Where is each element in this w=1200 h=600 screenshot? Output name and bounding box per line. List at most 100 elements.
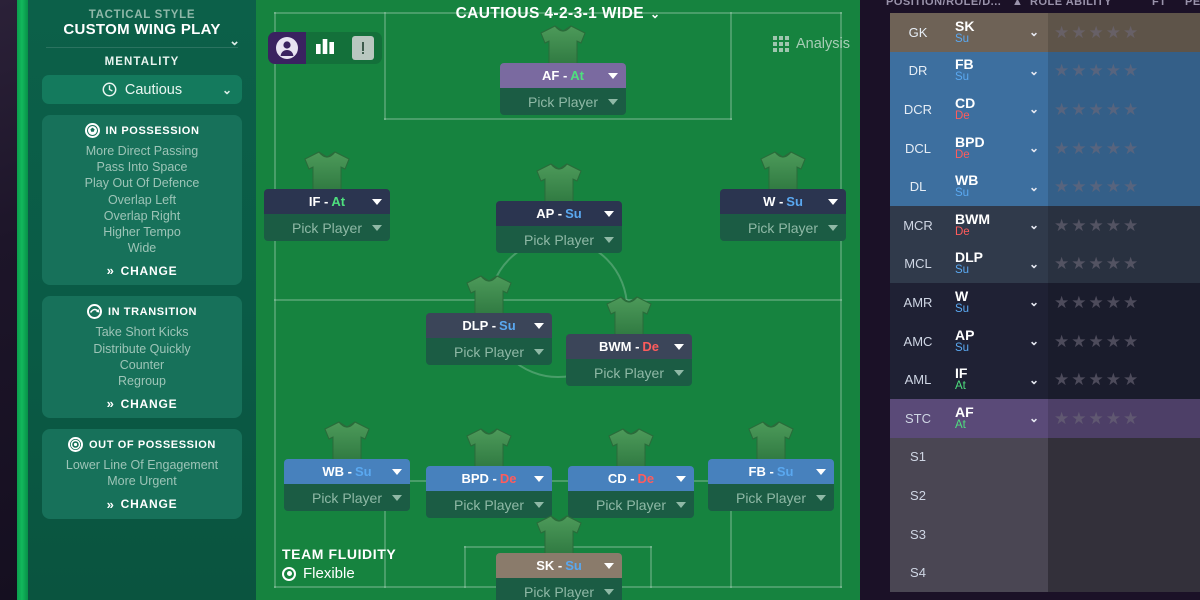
instruction-item[interactable]: Counter — [48, 357, 236, 373]
instruction-item[interactable]: Lower Line Of Engagement — [48, 457, 236, 473]
pick-player-dropdown[interactable]: Pick Player — [426, 338, 552, 365]
instruction-item[interactable]: Play Out Of Defence — [48, 175, 236, 191]
pick-player-dropdown[interactable]: Pick Player — [720, 214, 846, 241]
player-card-wb[interactable]: WB - Su Pick Player — [284, 418, 410, 511]
row-role[interactable]: FB Su — [946, 52, 1020, 91]
role-badge[interactable]: BWM - De — [566, 334, 692, 359]
player-card-if[interactable]: IF - At Pick Player — [264, 148, 390, 241]
row-role[interactable] — [946, 553, 1020, 592]
role-row[interactable]: DL WB Su ⌄ ★ ★ ★ ★ ★ — [890, 167, 1200, 206]
role-row[interactable]: DCR CD De ⌄ ★ ★ ★ ★ ★ — [890, 90, 1200, 129]
chevron-down-icon[interactable]: ⌄ — [1020, 206, 1048, 245]
role-badge[interactable]: SK - Su — [496, 553, 622, 578]
role-badge[interactable]: BPD - De — [426, 466, 552, 491]
instruction-item[interactable]: Distribute Quickly — [48, 341, 236, 357]
role-badge[interactable]: IF - At — [264, 189, 390, 214]
role-badge[interactable]: AP - Su — [496, 201, 622, 226]
chevron-down-icon[interactable]: ⌄ — [1020, 13, 1048, 52]
analysis-button[interactable]: Analysis — [773, 36, 850, 52]
role-row[interactable]: DR FB Su ⌄ ★ ★ ★ ★ ★ — [890, 51, 1200, 91]
player-card-cd[interactable]: CD - De Pick Player — [568, 425, 694, 518]
chevron-down-icon[interactable]: ⌄ — [1020, 322, 1048, 361]
pick-player-dropdown[interactable]: Pick Player — [264, 214, 390, 241]
role-row[interactable]: S4 — [890, 553, 1200, 592]
pick-player-dropdown[interactable]: Pick Player — [496, 226, 622, 253]
instruction-item[interactable]: Higher Tempo — [48, 224, 236, 240]
instruction-item[interactable]: More Urgent — [48, 473, 236, 489]
role-row[interactable]: S1 — [890, 437, 1200, 477]
row-role[interactable] — [946, 476, 1020, 515]
chevron-down-icon[interactable]: ⌄ — [1020, 360, 1048, 399]
role-row[interactable]: GK SK Su ⌄ ★ ★ ★ ★ ★ — [890, 13, 1200, 52]
row-role[interactable]: WB Su — [946, 167, 1020, 206]
row-role[interactable]: AF At — [946, 399, 1020, 438]
tactical-style-selector[interactable]: CUSTOM WING PLAY ⌄ — [42, 21, 242, 48]
row-role[interactable]: BPD De — [946, 129, 1020, 168]
header-pe[interactable]: PE — [1185, 0, 1200, 8]
change-button[interactable]: » CHANGE — [48, 396, 236, 411]
role-row[interactable]: STC AF At ⌄ ★ ★ ★ ★ ★ — [890, 398, 1200, 438]
row-role[interactable] — [946, 515, 1020, 554]
player-card-fb[interactable]: FB - Su Pick Player — [708, 418, 834, 511]
role-badge[interactable]: DLP - Su — [426, 313, 552, 338]
role-row[interactable]: S3 — [890, 514, 1200, 554]
player-card-bwm[interactable]: BWM - De Pick Player — [566, 293, 692, 386]
chevron-down-icon[interactable]: ⌄ — [1020, 245, 1048, 284]
pick-player-dropdown[interactable]: Pick Player — [284, 484, 410, 511]
row-role[interactable] — [946, 438, 1020, 477]
change-button[interactable]: » CHANGE — [48, 263, 236, 278]
instruction-item[interactable]: Take Short Kicks — [48, 324, 236, 340]
pick-player-dropdown[interactable]: Pick Player — [496, 578, 622, 600]
sort-icon[interactable]: ▲ — [1012, 0, 1023, 8]
chevron-down-icon[interactable]: ⌄ — [1020, 283, 1048, 322]
mentality-selector[interactable]: Cautious ⌄ — [42, 75, 242, 104]
role-row[interactable]: AML IF At ⌄ ★ ★ ★ ★ ★ — [890, 360, 1200, 399]
player-card-dlp[interactable]: DLP - Su Pick Player — [426, 272, 552, 365]
instruction-item[interactable]: Pass Into Space — [48, 159, 236, 175]
row-role[interactable]: AP Su — [946, 322, 1020, 361]
instruction-item[interactable]: Overlap Right — [48, 208, 236, 224]
player-view-button[interactable] — [268, 32, 306, 64]
stats-view-button[interactable] — [306, 32, 344, 64]
row-role[interactable]: SK Su — [946, 13, 1020, 52]
role-row[interactable]: DCL BPD De ⌄ ★ ★ ★ ★ ★ — [890, 128, 1200, 168]
role-badge[interactable]: CD - De — [568, 466, 694, 491]
row-role[interactable]: DLP Su — [946, 245, 1020, 284]
player-card-bpd[interactable]: BPD - De Pick Player — [426, 425, 552, 518]
header-role-ability[interactable]: ROLE ABILITY — [1030, 0, 1112, 8]
chevron-down-icon[interactable]: ⌄ — [1020, 52, 1048, 91]
instruction-item[interactable]: Overlap Left — [48, 192, 236, 208]
player-card-w[interactable]: W - Su Pick Player — [720, 148, 846, 241]
role-badge[interactable]: AF - At — [500, 63, 626, 88]
pick-player-dropdown[interactable]: Pick Player — [566, 359, 692, 386]
chevron-down-icon[interactable]: ⌄ — [1020, 90, 1048, 129]
role-badge[interactable]: FB - Su — [708, 459, 834, 484]
instruction-item[interactable]: Regroup — [48, 373, 236, 389]
formation-title[interactable]: CAUTIOUS 4-2-3-1 WIDE ⌄ — [256, 5, 860, 23]
row-role[interactable]: W Su — [946, 283, 1020, 322]
player-card-af[interactable]: AF - At Pick Player — [500, 22, 626, 115]
role-row[interactable]: MCL DLP Su ⌄ ★ ★ ★ ★ ★ — [890, 244, 1200, 284]
header-position-role[interactable]: POSITION/ROLE/D... — [886, 0, 1001, 8]
pick-player-dropdown[interactable]: Pick Player — [500, 88, 626, 115]
chevron-down-icon[interactable]: ⌄ — [1020, 129, 1048, 168]
pick-player-dropdown[interactable]: Pick Player — [708, 484, 834, 511]
player-card-sk[interactable]: SK - Su Pick Player — [496, 512, 622, 600]
chevron-down-icon[interactable]: ⌄ — [1020, 167, 1048, 206]
instruction-item[interactable]: Wide — [48, 240, 236, 256]
row-role[interactable]: BWM De — [946, 206, 1020, 245]
header-ft[interactable]: FT — [1152, 0, 1166, 8]
role-row[interactable]: MCR BWM De ⌄ ★ ★ ★ ★ ★ — [890, 205, 1200, 245]
row-role[interactable]: IF At — [946, 360, 1020, 399]
player-card-ap[interactable]: AP - Su Pick Player — [496, 160, 622, 253]
kit-view-button[interactable] — [344, 32, 382, 64]
role-row[interactable]: S2 — [890, 476, 1200, 515]
instruction-item[interactable]: More Direct Passing — [48, 143, 236, 159]
role-badge[interactable]: WB - Su — [284, 459, 410, 484]
change-button[interactable]: » CHANGE — [48, 497, 236, 512]
chevron-down-icon[interactable]: ⌄ — [1020, 399, 1048, 438]
role-row[interactable]: AMR W Su ⌄ ★ ★ ★ ★ ★ — [890, 283, 1200, 322]
role-row[interactable]: AMC AP Su ⌄ ★ ★ ★ ★ ★ — [890, 321, 1200, 361]
role-badge[interactable]: W - Su — [720, 189, 846, 214]
row-role[interactable]: CD De — [946, 90, 1020, 129]
